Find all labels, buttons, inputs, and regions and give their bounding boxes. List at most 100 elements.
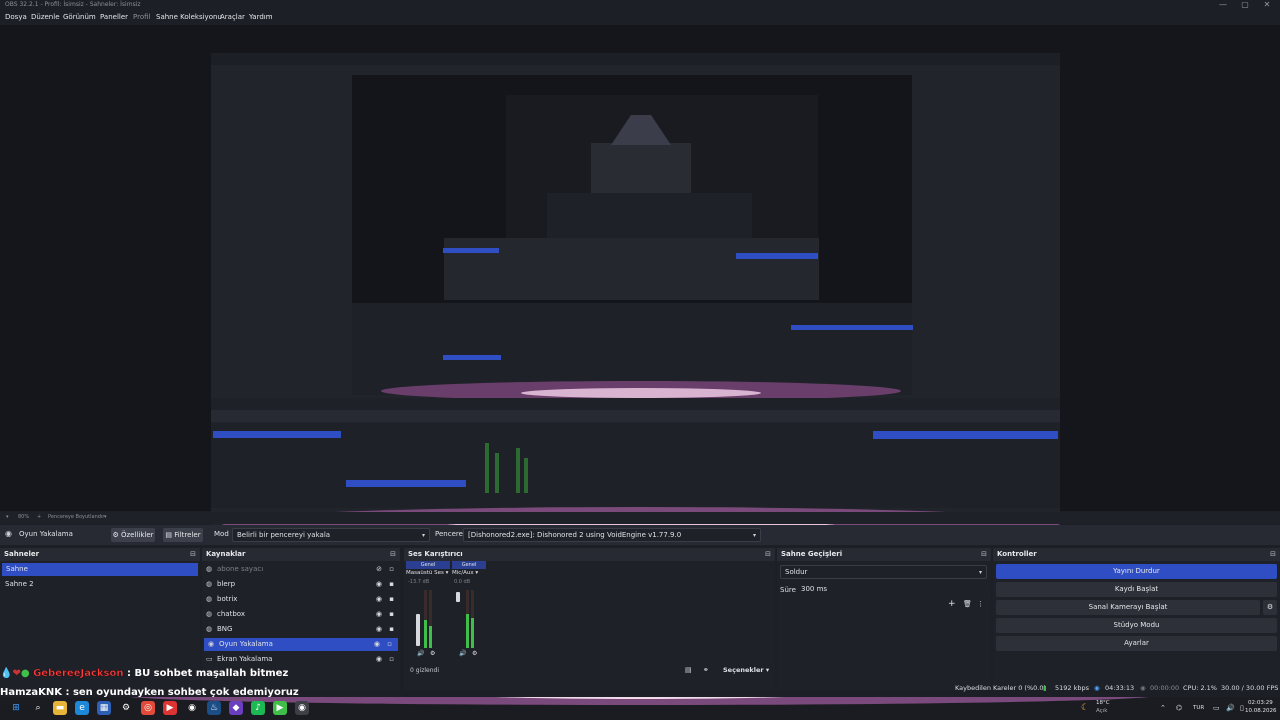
source-item[interactable]: ◍ blerp ◉ ▪ <box>202 578 400 591</box>
duration-spinbox[interactable]: 300 ms <box>797 583 987 597</box>
trash-icon[interactable]: 🗑 <box>963 600 972 608</box>
settings-button[interactable]: Ayarlar <box>996 636 1277 651</box>
language-indicator[interactable]: TUR <box>1193 705 1204 711</box>
edge-icon[interactable]: e <box>75 701 89 715</box>
file-explorer-icon[interactable]: ▬ <box>53 701 67 715</box>
obs-icon[interactable]: ◉ <box>295 701 309 715</box>
scene-label: Sahne 2 <box>5 580 34 588</box>
eye-icon[interactable]: ◉ <box>376 653 382 666</box>
channel-name[interactable]: Mic/Aux ▾ <box>452 570 478 576</box>
close-button[interactable]: ✕ <box>1256 0 1278 9</box>
dock-menu-icon[interactable]: ⊟ <box>390 548 396 561</box>
more-icon[interactable]: ⋮ <box>977 600 984 608</box>
gear-icon[interactable]: ⚙ <box>430 650 435 657</box>
app-icon[interactable]: ▶ <box>273 701 287 715</box>
gear-icon[interactable]: ⚙ <box>472 650 477 657</box>
dock-menu-icon[interactable]: ⊟ <box>190 548 196 561</box>
zoom-mode[interactable]: Pencereye Boyutlandır <box>48 514 104 520</box>
preview-area[interactable] <box>0 25 1280 534</box>
mixer-title: Ses Karıştırıcı ⊟ <box>404 548 775 561</box>
menu-profil[interactable]: Profil <box>133 13 150 21</box>
eye-icon[interactable]: ◉ <box>376 623 382 636</box>
speaker-icon[interactable]: 🔊 <box>459 650 466 657</box>
dock-menu-icon[interactable]: ⊟ <box>1270 548 1276 561</box>
store-icon[interactable]: ▦ <box>97 701 111 715</box>
source-item[interactable]: ◍ BNG ◉ ▪ <box>202 623 400 636</box>
source-item[interactable]: ◍ abone sayacı ⊘ ▫ <box>202 563 400 576</box>
menu-dosya[interactable]: Dosya <box>5 13 27 21</box>
eye-icon[interactable]: ◉ <box>376 593 382 606</box>
scene-item[interactable]: Sahne 2 <box>0 578 200 591</box>
eye-icon[interactable]: ◉ <box>376 578 382 591</box>
preview-canvas[interactable] <box>211 53 1060 534</box>
lock-icon[interactable]: ▪ <box>389 623 394 636</box>
dock-menu-icon[interactable]: ⊟ <box>981 548 987 561</box>
transition-select[interactable]: Soldur ▾ <box>780 565 987 579</box>
youtube-icon[interactable]: ▶ <box>163 701 177 715</box>
properties-button[interactable]: ⚙ Özellikler <box>111 528 155 542</box>
eye-icon[interactable]: ◉ <box>374 638 380 651</box>
start-virtual-camera-button[interactable]: Sanal Kamerayı Başlat <box>996 600 1260 615</box>
mixer-options-button[interactable]: Seçenekler ▾ <box>723 666 769 674</box>
start-icon[interactable]: ⊞ <box>9 701 23 715</box>
menu-gorunum[interactable]: Görünüm <box>63 13 96 21</box>
zoom-in-button[interactable]: + <box>37 514 41 520</box>
start-recording-button[interactable]: Kaydı Başlat <box>996 582 1277 597</box>
eye-icon[interactable]: ◉ <box>376 608 382 621</box>
unlock-icon[interactable]: ▫ <box>387 638 392 651</box>
scene-item[interactable]: Sahne <box>2 563 198 576</box>
maximize-button[interactable]: ▢ <box>1234 0 1256 9</box>
add-transition-icon[interactable]: + <box>948 599 956 609</box>
volume-slider[interactable] <box>416 614 420 646</box>
dropped-frames: Kaybedilen Kareler 0 (%0.0) <box>955 684 1047 692</box>
chevron-up-icon[interactable]: ⌃ <box>1160 704 1166 712</box>
lock-icon[interactable]: ▪ <box>389 578 394 591</box>
source-item[interactable]: ◉ Oyun Yakalama ◉ ▫ <box>204 638 398 651</box>
filters-button[interactable]: ▤ Filtreler <box>163 528 203 542</box>
dock-menu-icon[interactable]: ⊟ <box>765 548 771 561</box>
clock-date[interactable]: 10.08.2026 <box>1245 708 1277 714</box>
steam-icon[interactable]: ♨ <box>207 701 221 715</box>
settings-app-icon[interactable]: ⚙ <box>119 701 133 715</box>
mode-select[interactable]: Belirli bir pencereyi yakala ▾ <box>232 528 430 542</box>
battery-icon[interactable]: ▯ <box>1240 704 1244 712</box>
link-icon[interactable]: ⚭ <box>703 666 709 674</box>
network-icon[interactable]: ▭ <box>1213 704 1220 712</box>
minimize-button[interactable]: — <box>1212 0 1234 9</box>
twitch-icon[interactable]: ◆ <box>229 701 243 715</box>
eye-hidden-icon[interactable]: ⊘ <box>376 563 382 576</box>
channel-name[interactable]: Masaüstü Ses ▾ <box>406 570 448 576</box>
unlock-icon[interactable]: ▫ <box>389 563 394 576</box>
source-item[interactable]: ◍ chatbox ◉ ▪ <box>202 608 400 621</box>
duration-label: Süre <box>780 586 796 594</box>
lock-icon[interactable]: ▪ <box>389 593 394 606</box>
virtual-camera-settings-button[interactable]: ⚙ <box>1263 600 1277 615</box>
zoom-menu-icon[interactable]: ▾ <box>6 514 9 520</box>
speaker-icon[interactable]: 🔊 <box>417 650 424 657</box>
channel-tag: Genel <box>406 561 450 569</box>
options-label: Seçenekler <box>723 666 764 674</box>
chrome-icon[interactable]: ◎ <box>141 701 155 715</box>
source-item[interactable]: ▭ Ekran Yakalama ◉ ▫ <box>202 653 400 666</box>
menu-sahne-koleksiyonu[interactable]: Sahne Koleksiyonu <box>156 13 222 21</box>
volume-icon[interactable]: 🔊 <box>1226 704 1235 712</box>
stop-streaming-button[interactable]: Yayını Durdur <box>996 564 1277 579</box>
menu-yardim[interactable]: Yardım <box>249 13 273 21</box>
layout-icon[interactable]: ▤ <box>685 666 692 674</box>
zoom-mode-dropdown-icon[interactable]: ▾ <box>104 514 107 520</box>
github-icon[interactable]: ◉ <box>185 701 199 715</box>
mode-value: Belirli bir pencereyi yakala <box>237 531 331 539</box>
search-icon[interactable]: ⌕ <box>31 701 45 715</box>
menu-araclar[interactable]: Araçlar <box>220 13 245 21</box>
menu-duzenle[interactable]: Düzenle <box>31 13 60 21</box>
lock-icon[interactable]: ▪ <box>389 608 394 621</box>
volume-slider[interactable] <box>456 592 460 602</box>
source-item[interactable]: ◍ botrix ◉ ▪ <box>202 593 400 606</box>
menu-paneller[interactable]: Paneller <box>100 13 128 21</box>
spotify-icon[interactable]: ♪ <box>251 701 265 715</box>
network-icon[interactable]: ⌬ <box>1176 704 1182 712</box>
clock-time[interactable]: 02:03:29 <box>1248 700 1273 706</box>
studio-mode-button[interactable]: Stüdyo Modu <box>996 618 1277 633</box>
window-select[interactable]: [Dishonored2.exe]: Dishonored 2 using Vo… <box>463 528 761 542</box>
unlock-icon[interactable]: ▫ <box>389 653 394 666</box>
